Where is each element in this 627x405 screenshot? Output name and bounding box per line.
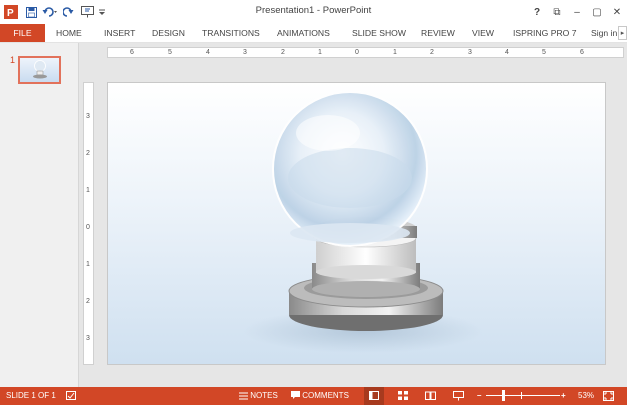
notes-label: NOTES: [250, 391, 278, 400]
tab-file[interactable]: FILE: [0, 24, 45, 42]
ruler-label: 2: [86, 298, 90, 305]
comments-icon: [291, 391, 300, 400]
status-bar: SLIDE 1 OF 1 NOTES COMMENTS – + 53%: [0, 387, 627, 405]
tab-animations[interactable]: ANIMATIONS: [277, 24, 330, 42]
slide-indicator: SLIDE 1 OF 1: [6, 391, 56, 400]
ruler-label: 6: [580, 49, 584, 56]
ruler-label: 3: [243, 49, 247, 56]
ruler-label: 4: [505, 49, 509, 56]
ruler-label: 1: [393, 49, 397, 56]
fit-to-window-icon: [603, 390, 614, 401]
snow-globe-image: [243, 91, 483, 353]
thumbnail-pane: 1: [0, 43, 79, 387]
zoom-level[interactable]: 53%: [578, 387, 594, 405]
tab-view[interactable]: VIEW: [472, 24, 494, 42]
ruler-label: 1: [318, 49, 322, 56]
zoom-in-button[interactable]: +: [561, 387, 566, 405]
ribbon-scroll-right-icon[interactable]: ▸: [618, 26, 627, 40]
ruler-label: 2: [430, 49, 434, 56]
ruler-label: 0: [355, 49, 359, 56]
zoom-out-button[interactable]: –: [477, 387, 481, 405]
ruler-label: 5: [168, 49, 172, 56]
workspace: 1 6 5 4 3 2 1 0 1 2 3 4 5 6 3 2 1 0 1 2 …: [0, 43, 627, 387]
ribbon-tab-bar: FILE HOME INSERT DESIGN TRANSITIONS ANIM…: [0, 24, 627, 43]
slide-show-button[interactable]: [453, 387, 464, 405]
reading-view-icon: [425, 391, 436, 401]
comments-button[interactable]: COMMENTS: [291, 387, 349, 405]
ruler-label: 6: [130, 49, 134, 56]
ruler-label: 3: [468, 49, 472, 56]
horizontal-ruler: 6 5 4 3 2 1 0 1 2 3 4 5 6: [107, 47, 624, 58]
tab-ispring[interactable]: ISPRING PRO 7: [513, 24, 577, 42]
help-button[interactable]: ?: [527, 7, 547, 18]
tab-insert[interactable]: INSERT: [104, 24, 135, 42]
notes-button[interactable]: NOTES: [239, 387, 278, 405]
ruler-label: 3: [86, 335, 90, 342]
slide-show-icon: [453, 390, 464, 401]
ruler-label: 1: [86, 261, 90, 268]
title-bar: P Presentation1 - PowerPoint ? ⧉ – ▢ ✕: [0, 0, 627, 24]
ruler-label: 2: [86, 150, 90, 157]
ruler-label: 4: [206, 49, 210, 56]
window-controls: ? ⧉ – ▢ ✕: [527, 0, 627, 24]
ruler-label: 5: [542, 49, 546, 56]
maximize-button[interactable]: ▢: [587, 7, 607, 18]
zoom-slider[interactable]: [486, 387, 560, 405]
spell-check-icon[interactable]: [66, 387, 77, 405]
close-button[interactable]: ✕: [607, 7, 627, 18]
reading-view-button[interactable]: [425, 387, 436, 405]
tab-home[interactable]: HOME: [56, 24, 82, 42]
sign-in-link[interactable]: Sign in: [591, 24, 618, 42]
normal-view-button[interactable]: [364, 387, 384, 405]
ruler-label: 3: [86, 113, 90, 120]
vertical-ruler: 3 2 1 0 1 2 3: [83, 82, 94, 365]
tab-transitions[interactable]: TRANSITIONS: [202, 24, 260, 42]
slide-editing-area: 6 5 4 3 2 1 0 1 2 3 4 5 6 3 2 1 0 1 2 3: [79, 43, 627, 387]
notes-icon: [239, 392, 248, 400]
slide-sorter-button[interactable]: [398, 387, 408, 405]
thumbnail-number: 1: [10, 55, 16, 65]
zoom-slider-track: [486, 395, 560, 396]
thumbnail-globe-image: [33, 60, 47, 79]
zoom-slider-thumb[interactable]: [502, 390, 505, 401]
tab-design[interactable]: DESIGN: [152, 24, 185, 42]
ruler-label: 1: [86, 187, 90, 194]
comments-label: COMMENTS: [302, 391, 349, 400]
tab-review[interactable]: REVIEW: [421, 24, 455, 42]
ribbon-display-options-button[interactable]: ⧉: [547, 7, 567, 18]
slide-canvas[interactable]: [108, 83, 605, 364]
fit-to-window-button[interactable]: [603, 387, 614, 405]
ruler-label: 0: [86, 224, 90, 231]
slide-sorter-icon: [398, 391, 408, 401]
slide-thumbnail[interactable]: [18, 56, 61, 84]
zoom-slider-center-mark: [521, 392, 522, 399]
tab-slide-show[interactable]: SLIDE SHOW: [352, 24, 406, 42]
normal-view-icon: [369, 391, 379, 401]
ruler-label: 2: [281, 49, 285, 56]
minimize-button[interactable]: –: [567, 7, 587, 18]
